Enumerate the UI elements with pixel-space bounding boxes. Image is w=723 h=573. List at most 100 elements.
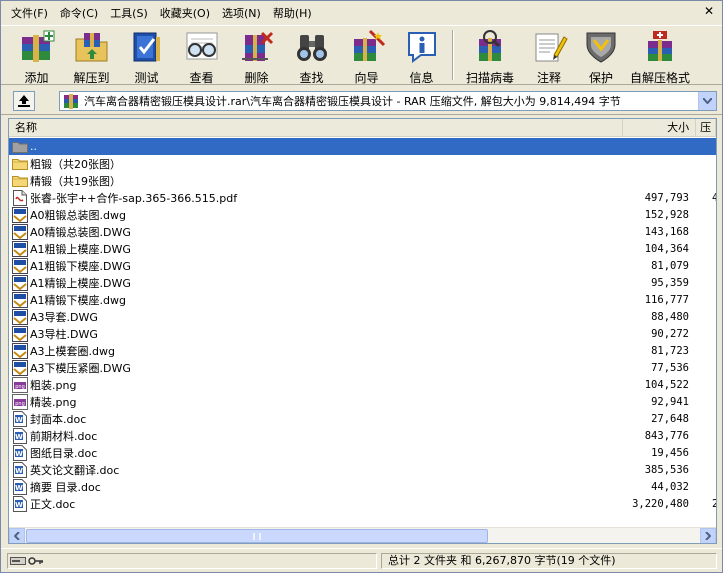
file-row[interactable]: A1粗锻上模座.DWG 104,364 xyxy=(9,240,716,257)
address-combobox[interactable]: 汽车离合器精密锻压模具设计.rar\汽车离合器精密锻压模具设计 - RAR 压缩… xyxy=(59,91,717,111)
rar-archive-icon xyxy=(63,94,79,109)
file-row[interactable]: W 英文论文翻译.doc 385,536 xyxy=(9,461,716,478)
menu-item-3[interactable]: 收藏夹(O) xyxy=(154,5,216,23)
file-row[interactable]: png 粗装.png 104,522 xyxy=(9,376,716,393)
file-name: 粗锻（共20张图） xyxy=(30,157,121,171)
toolbar-button-label: 添加 xyxy=(24,71,49,85)
file-size: 843,776 xyxy=(644,429,689,442)
dwg-file-icon xyxy=(12,308,28,325)
toolbar-button-10[interactable]: 保护 xyxy=(575,26,627,85)
file-row[interactable]: A1精锻上模座.DWG 95,359 xyxy=(9,274,716,291)
doc-file-icon: W xyxy=(12,478,28,495)
toolbar-button-5[interactable]: 查找 xyxy=(284,26,339,85)
svg-text:W: W xyxy=(15,433,23,441)
file-row[interactable]: A3上模套圈.dwg 81,723 xyxy=(9,342,716,359)
doc-file-icon: W xyxy=(12,461,28,478)
status-summary: 总计 2 文件夹 和 6,267,870 字节(19 个文件) xyxy=(381,553,717,569)
scroll-left-button[interactable] xyxy=(9,528,25,543)
toolbar-button-8[interactable]: 扫描病毒 xyxy=(457,26,523,85)
file-name: 正文.doc xyxy=(30,497,76,511)
file-size: 385,536 xyxy=(644,463,689,476)
dwg-file-icon xyxy=(12,291,28,308)
dwg-file-icon xyxy=(12,257,28,274)
file-row[interactable]: W 摘要 目录.doc 44,032 xyxy=(9,478,716,495)
toolbar-button-6[interactable]: 向导 xyxy=(339,26,394,85)
toolbar-button-4[interactable]: 删除 xyxy=(229,26,284,85)
drive-icon[interactable] xyxy=(10,556,26,566)
file-row[interactable]: W 封面本.doc 27,648 xyxy=(9,410,716,427)
menu-item-0[interactable]: 文件(F) xyxy=(5,5,54,23)
toolbar-button-label: 扫描病毒 xyxy=(465,71,514,85)
file-row[interactable]: 张睿-张宇++合作-sap.365-366.515.pdf 497,793 4 xyxy=(9,189,716,206)
column-header-packed[interactable]: 压 xyxy=(696,119,716,137)
menu-item-4[interactable]: 选项(N) xyxy=(216,5,267,23)
protect-shield-icon xyxy=(582,29,620,65)
file-size: 44,032 xyxy=(651,480,689,493)
key-icon[interactable] xyxy=(28,556,44,566)
file-row[interactable]: W 图纸目录.doc 19,456 xyxy=(9,444,716,461)
file-name: A0精锻总装图.DWG xyxy=(30,225,131,239)
toolbar-button-label: 保护 xyxy=(588,71,613,85)
toolbar-button-3[interactable]: 查看 xyxy=(174,26,229,85)
toolbar-button-1[interactable]: 解压到 xyxy=(64,26,119,85)
toolbar-button-9[interactable]: 注释 xyxy=(523,26,575,85)
scroll-thumb[interactable] xyxy=(26,529,488,543)
file-row[interactable]: A3下模压紧圈.DWG 77,536 xyxy=(9,359,716,376)
menu-item-2[interactable]: 工具(S) xyxy=(104,5,154,23)
toolbar-button-label: 注释 xyxy=(536,71,561,85)
png-file-icon: png xyxy=(12,376,28,393)
chevron-down-icon[interactable] xyxy=(698,92,716,110)
file-packed-size: 4 xyxy=(712,192,716,204)
file-list: 名称 大小 压 .. 粗锻（共20张图） 精锻（共19张图） 张睿-张宇++合作-sa… xyxy=(8,118,717,544)
file-row[interactable]: A1粗锻下模座.DWG 81,079 xyxy=(9,257,716,274)
file-name: A1粗锻上模座.DWG xyxy=(30,242,131,256)
comment-icon xyxy=(530,29,568,65)
file-size: 143,168 xyxy=(644,225,689,238)
menu-item-5[interactable]: 帮助(H) xyxy=(267,5,318,23)
png-file-icon: png xyxy=(12,393,28,410)
svg-text:W: W xyxy=(15,501,23,509)
file-name: 粗装.png xyxy=(30,378,77,392)
file-row[interactable]: .. xyxy=(9,138,716,155)
horizontal-scrollbar[interactable] xyxy=(9,527,716,543)
doc-file-icon: W xyxy=(12,444,28,461)
file-row[interactable]: A3导柱.DWG 90,272 xyxy=(9,325,716,342)
file-row[interactable]: A0粗锻总装图.dwg 152,928 xyxy=(9,206,716,223)
file-name: 精装.png xyxy=(30,395,77,409)
sfx-icon xyxy=(641,29,679,65)
file-name: A3导套.DWG xyxy=(30,310,98,324)
scroll-right-button[interactable] xyxy=(700,528,716,543)
column-header-name[interactable]: 名称 xyxy=(9,119,623,137)
column-header-size[interactable]: 大小 xyxy=(623,119,697,137)
close-icon[interactable]: ✕ xyxy=(700,2,718,20)
doc-file-icon: W xyxy=(12,427,28,444)
toolbar-button-11[interactable]: 自解压格式 xyxy=(627,26,693,85)
file-size: 81,079 xyxy=(651,259,689,272)
file-size: 27,648 xyxy=(651,412,689,425)
file-row[interactable]: A3导套.DWG 88,480 xyxy=(9,308,716,325)
wizard-icon xyxy=(348,29,386,65)
address-text: 汽车离合器精密锻压模具设计.rar\汽车离合器精密锻压模具设计 - RAR 压缩… xyxy=(84,95,621,108)
file-row[interactable]: png 精装.png 92,941 xyxy=(9,393,716,410)
file-name: A3导柱.DWG xyxy=(30,327,98,341)
file-row[interactable]: A0精锻总装图.DWG 143,168 xyxy=(9,223,716,240)
menu-item-1[interactable]: 命令(C) xyxy=(54,5,104,23)
toolbar-button-label: 向导 xyxy=(354,71,379,85)
dwg-file-icon xyxy=(12,274,28,291)
file-row[interactable]: 精锻（共19张图） xyxy=(9,172,716,189)
file-name: A1粗锻下模座.DWG xyxy=(30,259,131,273)
toolbar-button-7[interactable]: 信息 xyxy=(394,26,449,85)
dwg-file-icon xyxy=(12,325,28,342)
file-row[interactable]: W 正文.doc 3,220,480 2 xyxy=(9,495,716,512)
delete-icon xyxy=(238,29,276,65)
add-books-icon xyxy=(18,29,56,65)
file-row[interactable]: 粗锻（共20张图） xyxy=(9,155,716,172)
dwg-file-icon xyxy=(12,342,28,359)
toolbar-button-0[interactable]: 添加 xyxy=(9,26,64,85)
file-name: 前期材料.doc xyxy=(30,429,98,443)
file-row[interactable]: A1精锻下模座.dwg 116,777 xyxy=(9,291,716,308)
file-row[interactable]: W 前期材料.doc 843,776 xyxy=(9,427,716,444)
toolbar-button-2[interactable]: 测试 xyxy=(119,26,174,85)
file-size: 116,777 xyxy=(644,293,689,306)
up-folder-button[interactable] xyxy=(13,91,35,111)
